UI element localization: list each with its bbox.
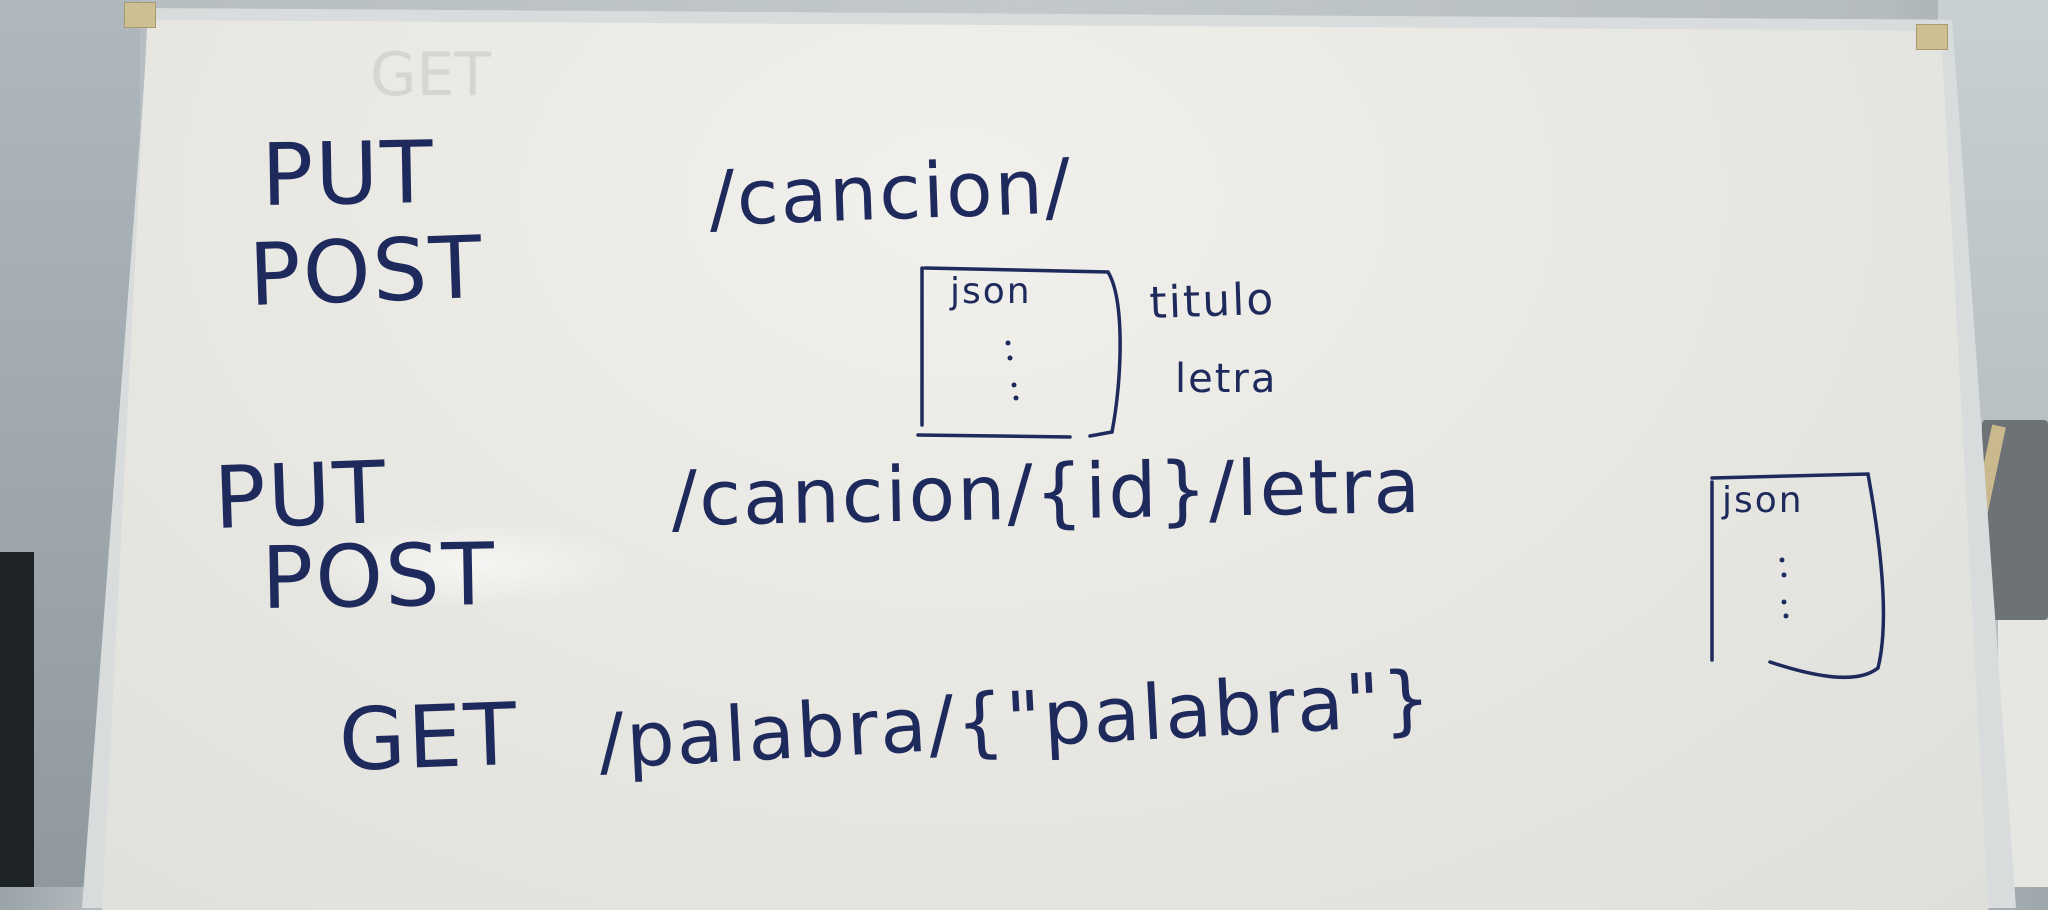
json-label-1: json (949, 271, 1032, 312)
path-cancion-id-letra: /cancion/{id}/letra (671, 441, 1423, 543)
method-post-2: POST (261, 525, 497, 629)
field-titulo: titulo (1149, 274, 1276, 329)
method-post-1: POST (247, 218, 485, 326)
json-box-2: json (1710, 472, 1886, 680)
path-cancion: /cancion/ (708, 141, 1074, 243)
json-box-1: json (916, 266, 1122, 439)
method-get: GET (337, 685, 520, 791)
path-palabra: /palabra/{"palabra"} (596, 653, 1434, 786)
method-put-1: PUT (261, 123, 436, 226)
json-label-2: json (1721, 480, 1804, 521)
field-letra: letra (1175, 356, 1277, 402)
ghost-text: GET (370, 40, 491, 110)
whiteboard-writing: GET PUT POST /cancion/ json titulo letra… (212, 40, 1886, 791)
